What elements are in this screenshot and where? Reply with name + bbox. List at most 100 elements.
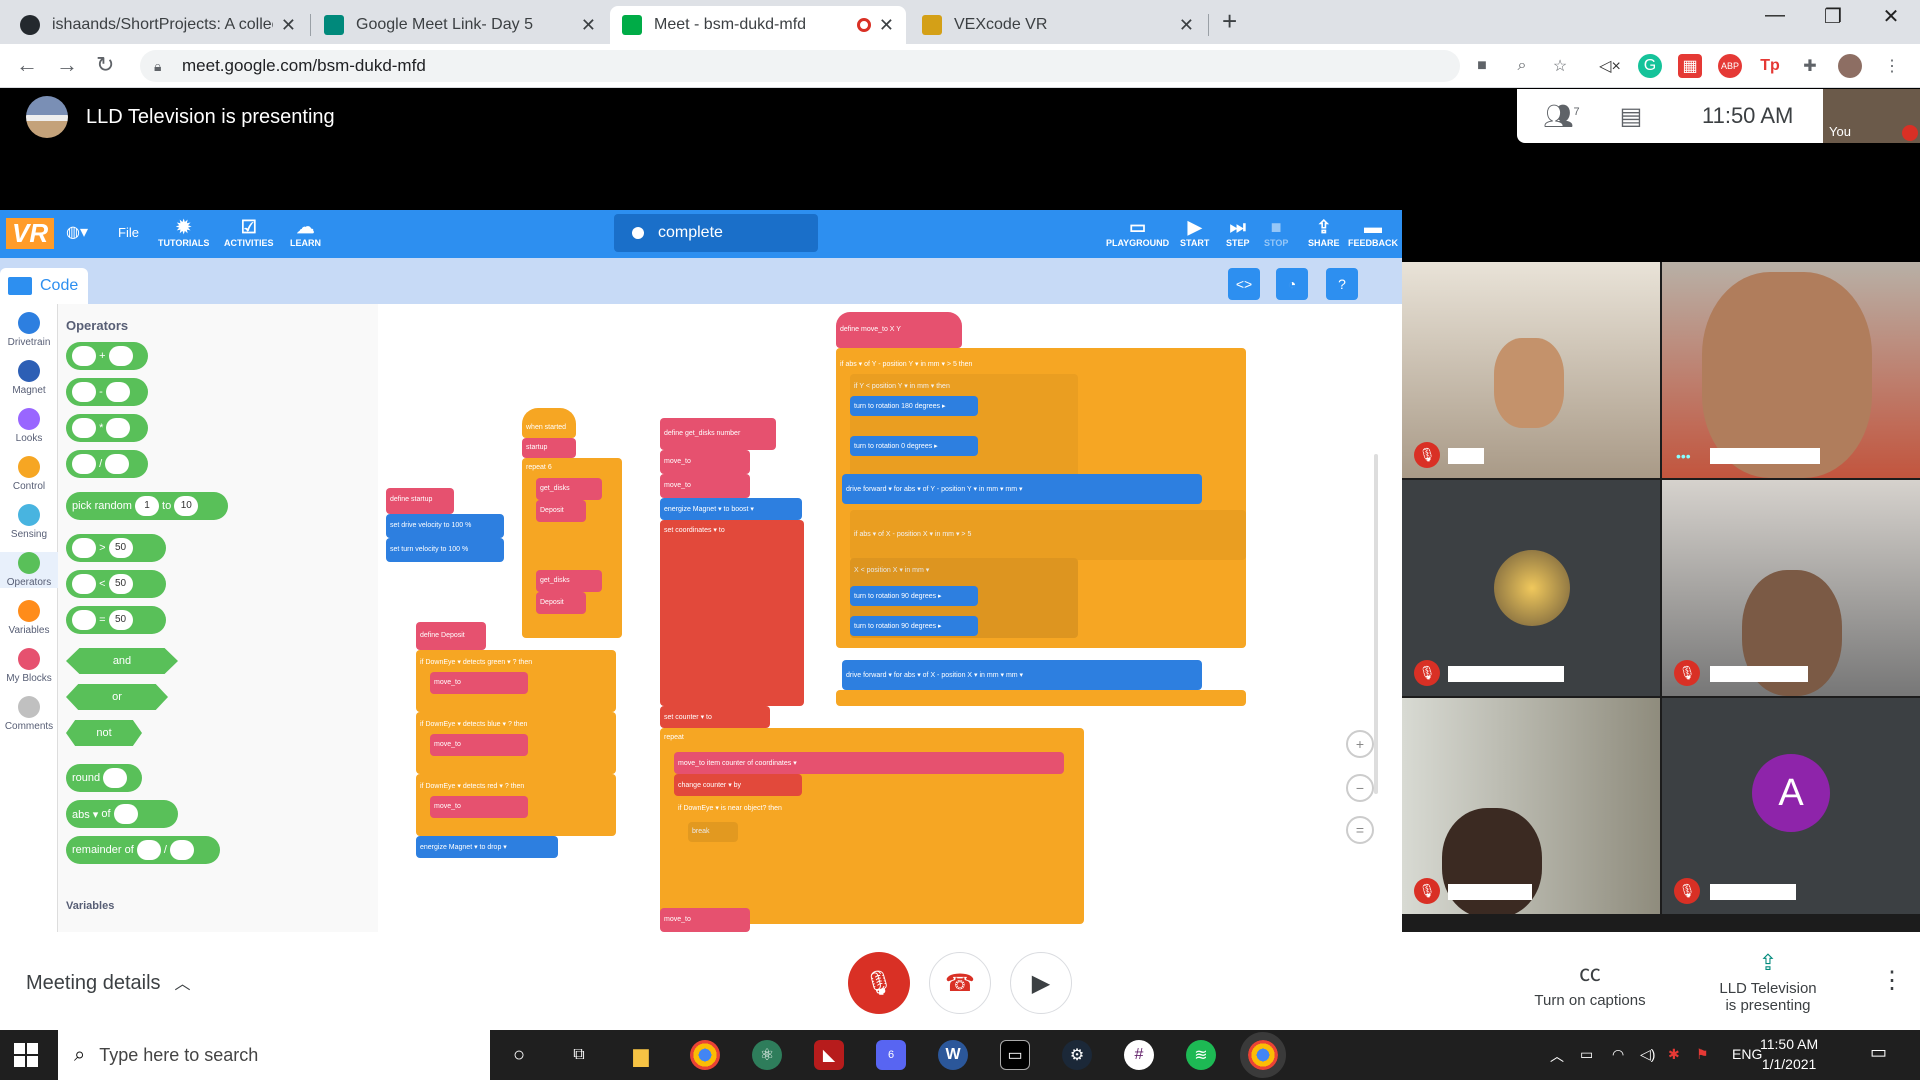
get-disks-call-block[interactable]: get_disks: [536, 478, 602, 500]
move-to-block[interactable]: move_to: [660, 908, 750, 932]
less-block[interactable]: < 50: [66, 570, 166, 598]
leave-call-button[interactable]: ☎: [929, 952, 991, 1014]
tab-meet-link[interactable]: Google Meet Link- Day 5 ✕: [312, 6, 608, 44]
close-tab-icon[interactable]: ✕: [879, 15, 894, 36]
move-to-block[interactable]: move_to: [660, 474, 750, 498]
deposit-call-block[interactable]: Deposit: [536, 500, 586, 522]
minimize-icon[interactable]: —: [1752, 4, 1798, 27]
restore-icon[interactable]: ❐: [1810, 4, 1856, 29]
greater-block[interactable]: > 50: [66, 534, 166, 562]
close-tab-icon[interactable]: ✕: [281, 15, 296, 36]
reload-icon[interactable]: ↻: [96, 52, 114, 78]
participant-tile[interactable]: A 🎙︎: [1662, 698, 1920, 914]
camera-icon[interactable]: ■: [1470, 54, 1494, 78]
task-view-icon[interactable]: ⧉: [564, 1040, 594, 1070]
participant-tile[interactable]: 🎙︎: [1402, 480, 1660, 696]
camera-button[interactable]: ▶: [1010, 952, 1072, 1014]
new-tab-icon[interactable]: +: [1222, 6, 1237, 37]
category-sensing[interactable]: Sensing: [0, 504, 58, 540]
help-icon[interactable]: ?: [1326, 268, 1358, 300]
participant-tile[interactable]: •••: [1662, 262, 1920, 478]
zoom-in-icon[interactable]: +: [1346, 730, 1374, 758]
game-app-icon[interactable]: ◣: [814, 1040, 844, 1070]
feedback-button[interactable]: ▬ FEEDBACK: [1348, 216, 1398, 248]
category-looks[interactable]: Looks: [0, 408, 58, 444]
move-to-block[interactable]: move_to: [430, 796, 528, 818]
presenting-button[interactable]: ⇪ LLD Television is presenting: [1706, 950, 1830, 1014]
tab-meet[interactable]: Meet - bsm-dukd-mfd ✕: [610, 6, 906, 44]
more-options-icon[interactable]: ⋮: [1880, 966, 1904, 995]
when-started-block[interactable]: when started: [522, 408, 576, 438]
if-else-y-block[interactable]: if Y < position Y ▾ in mm ▾ then: [850, 374, 1078, 484]
close-window-icon[interactable]: ✕: [1868, 4, 1914, 29]
category-comments[interactable]: Comments: [0, 696, 58, 732]
deposit-call-block[interactable]: Deposit: [536, 592, 586, 614]
star-icon[interactable]: ☆: [1548, 54, 1572, 78]
category-magnet[interactable]: Magnet: [0, 360, 58, 396]
tray-chevron-icon[interactable]: ︿: [1550, 1046, 1564, 1066]
turn-to-block[interactable]: turn to rotation 0 degrees ▸: [850, 436, 978, 456]
move-to-block[interactable]: move_to: [660, 450, 750, 474]
adblock-icon[interactable]: ABP: [1718, 54, 1742, 78]
discord-icon[interactable]: 6: [876, 1040, 906, 1070]
notification-icon[interactable]: ▭: [1870, 1042, 1887, 1063]
zoom-reset-icon[interactable]: =: [1346, 816, 1374, 844]
define-get-disks-block[interactable]: define get_disks number: [660, 418, 776, 450]
not-block[interactable]: not: [66, 720, 142, 746]
participant-tile[interactable]: 🎙︎: [1402, 262, 1660, 478]
menu-icon[interactable]: ⋮: [1880, 54, 1904, 78]
file-explorer-icon[interactable]: ▆: [626, 1040, 656, 1070]
drive-forward-block[interactable]: drive forward ▾ for abs ▾ of Y - positio…: [842, 474, 1202, 504]
code-tab[interactable]: Code: [0, 268, 88, 304]
define-move-to-block[interactable]: define move_to X Y: [836, 312, 962, 348]
or-block[interactable]: or: [66, 684, 168, 710]
share-button[interactable]: ⇪ SHARE: [1308, 216, 1340, 248]
get-disks-call-block[interactable]: get_disks: [536, 570, 602, 592]
wifi-icon[interactable]: ◠: [1612, 1046, 1624, 1063]
break-block[interactable]: break: [688, 822, 738, 842]
puzzle-icon[interactable]: ✚: [1798, 54, 1822, 78]
tray-app-icon[interactable]: ✱: [1668, 1046, 1680, 1063]
profile-avatar[interactable]: [1838, 54, 1862, 78]
change-counter-block[interactable]: change counter ▾ by: [674, 774, 802, 796]
meeting-details-button[interactable]: Meeting details ︿: [26, 970, 191, 995]
self-view-tile[interactable]: You: [1823, 89, 1920, 143]
slack-icon[interactable]: #: [1124, 1040, 1154, 1070]
turn-velocity-block[interactable]: set turn velocity to 100 %: [386, 538, 504, 562]
omnibox[interactable]: 🔒︎ meet.google.com/bsm-dukd-mfd: [140, 50, 1460, 82]
turn-to-block[interactable]: turn to rotation 90 degrees ▸: [850, 616, 978, 636]
dashboard-icon[interactable]: ◔: [1276, 268, 1308, 300]
extension-tp-icon[interactable]: Tp: [1758, 54, 1782, 78]
cortana-icon[interactable]: ○: [504, 1040, 534, 1070]
category-myblocks[interactable]: My Blocks: [0, 648, 58, 684]
steam-icon[interactable]: ⚙: [1062, 1040, 1092, 1070]
zoom-icon[interactable]: ⌕: [1510, 54, 1534, 78]
participant-tile[interactable]: 🎙︎: [1402, 698, 1660, 914]
battery-icon[interactable]: ▭: [1580, 1046, 1593, 1063]
turn-to-block[interactable]: turn to rotation 90 degrees ▸: [850, 586, 978, 606]
tutorials-button[interactable]: ✹ TUTORIALS: [158, 216, 209, 248]
forward-icon[interactable]: →: [56, 52, 78, 78]
energize-boost-block[interactable]: energize Magnet ▾ to boost ▾: [660, 498, 802, 520]
and-block[interactable]: and: [66, 648, 178, 674]
people-icon[interactable]: 👥︎7: [1543, 102, 1580, 131]
pick-random-block[interactable]: pick random 1 to 10: [66, 492, 228, 520]
move-to-item-block[interactable]: move_to item counter of coordinates ▾: [674, 752, 1064, 774]
close-tab-icon[interactable]: ✕: [1179, 15, 1194, 36]
text-code-icon[interactable]: <>: [1228, 268, 1260, 300]
mute-tab-icon[interactable]: ◁×: [1598, 54, 1622, 78]
chat-icon[interactable]: ▤: [1620, 102, 1643, 131]
file-menu[interactable]: File: [118, 225, 139, 240]
zoom-out-icon[interactable]: −: [1346, 774, 1374, 802]
startup-call-block[interactable]: startup: [522, 438, 576, 458]
chrome-active-icon[interactable]: [1240, 1032, 1286, 1078]
stop-button[interactable]: ■ STOP: [1264, 216, 1288, 248]
abs-block[interactable]: abs ▾ of: [66, 800, 178, 828]
language-indicator[interactable]: ENG: [1732, 1046, 1762, 1062]
divide-block[interactable]: /: [66, 450, 148, 478]
taskbar-clock[interactable]: 11:50 AM 1/1/2021: [1760, 1034, 1818, 1074]
set-coordinates-block[interactable]: set coordinates ▾ to: [660, 520, 804, 706]
code-canvas[interactable]: define startup set drive velocity to 100…: [378, 304, 1402, 932]
participant-tile[interactable]: 🎙︎: [1662, 480, 1920, 696]
back-icon[interactable]: ←: [16, 52, 38, 78]
